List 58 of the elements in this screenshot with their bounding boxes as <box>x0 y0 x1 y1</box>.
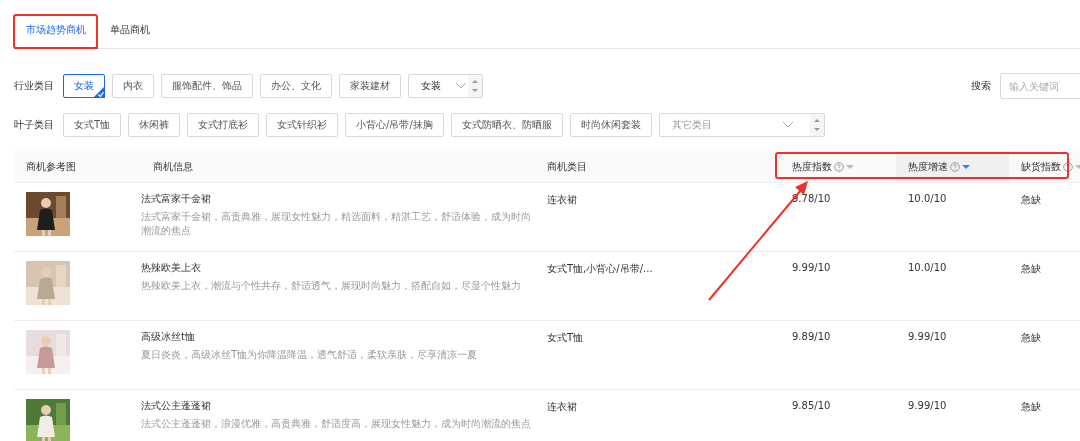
filter-label: 叶子类目 <box>14 118 54 132</box>
category-text: 女式T恤,小背心/吊带/... <box>547 263 653 274</box>
category-text: 连衣裙 <box>547 194 577 205</box>
shortage-status: 急缺 <box>1021 332 1041 343</box>
shortage-status: 急缺 <box>1021 401 1041 412</box>
help-icon[interactable] <box>950 161 960 172</box>
spinner-icon[interactable] <box>468 75 482 97</box>
check-icon <box>93 86 105 98</box>
item-title: 高级冰丝t恤 <box>141 330 196 344</box>
chevron-icon <box>781 121 794 129</box>
category-chip[interactable]: 小背心/吊带/抹胸 <box>345 113 444 137</box>
item-title: 热辣欧美上衣 <box>141 261 202 275</box>
category-chip[interactable]: 女式针织衫 <box>266 113 339 137</box>
heat-index: 9.89/10 <box>792 331 831 342</box>
category-chip[interactable]: 休闲裤 <box>128 113 181 137</box>
sort-icon[interactable] <box>1075 163 1080 170</box>
item-title: 法式富家千金裙 <box>141 192 212 206</box>
filter-label: 行业类目 <box>14 79 54 93</box>
category-chip[interactable]: 女式打底衫 <box>187 113 260 137</box>
category-text: 女式T恤 <box>547 332 584 343</box>
item-description: 法式公主蓬蓬裙，浪漫优雅，高贵典雅，舒适度高，展现女性魅力，成为时尚潮流的焦点 <box>141 417 532 431</box>
item-description: 法式富家千金裙，高贵典雅，展现女性魅力，精选面料，精湛工艺，舒适体验，成为时尚潮流的焦点 <box>141 210 532 238</box>
column-title[interactable]: 缺货指数 <box>1021 159 1061 174</box>
category-chip[interactable]: 时尚休闲套装 <box>569 113 652 137</box>
item-title: 法式公主蓬蓬裙 <box>141 399 212 413</box>
heat-index: 9.99/10 <box>792 262 831 273</box>
item-description: 热辣欧美上衣，潮流与个性共存，舒适透气，展现时尚魅力，搭配自如，尽显个性魅力 <box>141 279 522 293</box>
shortage-status: 急缺 <box>1021 194 1041 205</box>
sort-icon[interactable] <box>962 163 970 170</box>
category-chip[interactable]: 女式防晒衣、防晒服 <box>450 113 563 137</box>
heat-growth: 10.0/10 <box>908 193 947 204</box>
category-chip[interactable]: 女式T恤 <box>63 113 122 137</box>
category-chip[interactable]: 家装建材 <box>339 74 401 98</box>
category-chip[interactable]: 办公、文化 <box>260 74 332 98</box>
category-text: 连衣裙 <box>547 401 577 412</box>
column-title: 商机类目 <box>547 159 587 174</box>
shortage-status: 急缺 <box>1021 263 1041 274</box>
spinner-icon[interactable] <box>809 114 824 136</box>
heat-index: 9.85/10 <box>792 400 831 411</box>
search-label: 搜索 <box>971 79 991 93</box>
tab[interactable]: 单品商机 <box>98 16 162 49</box>
category-chip[interactable]: 女装 <box>63 74 105 98</box>
column-title[interactable]: 热度增速 <box>908 159 948 174</box>
heat-growth: 9.99/10 <box>908 331 947 342</box>
tab[interactable]: 市场趋势商机 <box>14 16 98 49</box>
column-title: 商机参考图 <box>26 159 76 174</box>
category-chip[interactable]: 服饰配件、饰品 <box>161 74 253 98</box>
heat-growth: 9.99/10 <box>908 400 947 411</box>
help-icon[interactable] <box>834 161 844 172</box>
heat-growth: 10.0/10 <box>908 262 947 273</box>
help-icon[interactable] <box>1063 161 1073 172</box>
column-title[interactable]: 热度指数 <box>792 159 832 174</box>
category-select[interactable]: 女装 <box>408 74 483 98</box>
sort-icon[interactable] <box>846 163 854 170</box>
column-title: 商机信息 <box>153 159 193 174</box>
search-field[interactable]: 输入关键词 <box>1000 73 1080 99</box>
category-chip[interactable]: 内衣 <box>112 74 154 98</box>
chevron-icon <box>455 82 467 90</box>
